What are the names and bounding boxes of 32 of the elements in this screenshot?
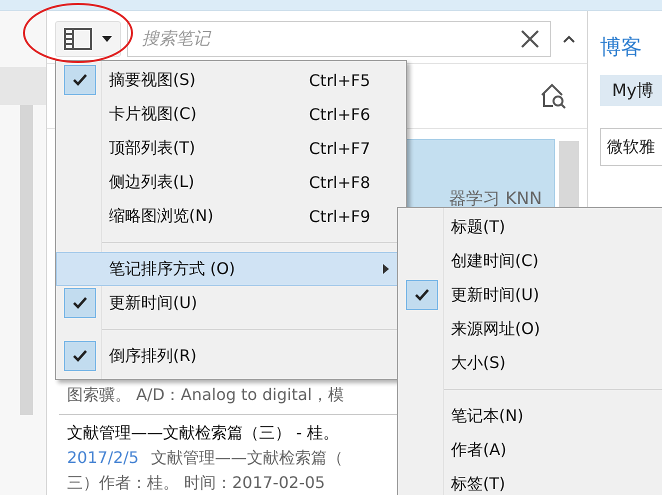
note-title: 器学习 KNN <box>449 188 542 210</box>
submenu-arrow-icon <box>383 264 389 274</box>
menu-item[interactable]: 顶部列表(T) Ctrl+F7 <box>56 131 406 165</box>
note-snippet: 三）作者：桂。 时间：2017-02-05 <box>67 473 326 494</box>
close-icon[interactable] <box>520 29 540 49</box>
check-icon <box>73 350 87 362</box>
house-search-icon[interactable] <box>539 82 567 110</box>
note-title[interactable]: 文献管理——文献检索篇（三） - 桂。 <box>67 423 339 444</box>
view-button[interactable] <box>55 21 121 57</box>
search-input[interactable]: 搜索笔记 <box>140 28 520 50</box>
check-icon <box>415 289 429 301</box>
scrollbar[interactable] <box>20 105 33 415</box>
layout-icon <box>64 28 92 50</box>
menu-item[interactable]: 标题(T) <box>398 210 662 244</box>
chevron-up-icon[interactable] <box>563 35 575 43</box>
check-icon <box>73 74 87 86</box>
search-field[interactable]: 搜索笔记 <box>127 21 551 57</box>
note-date: 2017/2/5 <box>67 448 139 469</box>
sidebar-panel <box>0 67 46 105</box>
check-icon <box>73 297 87 309</box>
panel-heading: 博客 <box>600 34 643 61</box>
menu-item[interactable]: 笔记本(N) <box>398 399 662 433</box>
menu-item[interactable]: 摘要视图(S) Ctrl+F5 <box>56 63 406 97</box>
note-snippet: 文献管理——文献检索篇（ <box>150 448 343 469</box>
menu-item[interactable]: 标签(T) <box>398 467 662 495</box>
menu-item[interactable]: 卡片视图(C) Ctrl+F6 <box>56 97 406 131</box>
menu-item[interactable]: 作者(A) <box>398 433 662 467</box>
blog-tag[interactable]: My博 <box>600 75 662 106</box>
font-field[interactable]: 微软雅 <box>600 128 662 166</box>
menu-item[interactable]: 侧边列表(L) Ctrl+F8 <box>56 165 406 199</box>
caret-icon <box>102 36 112 42</box>
note-snippet: 图索骥。 A/D：Analog to digital，模 <box>67 385 344 404</box>
